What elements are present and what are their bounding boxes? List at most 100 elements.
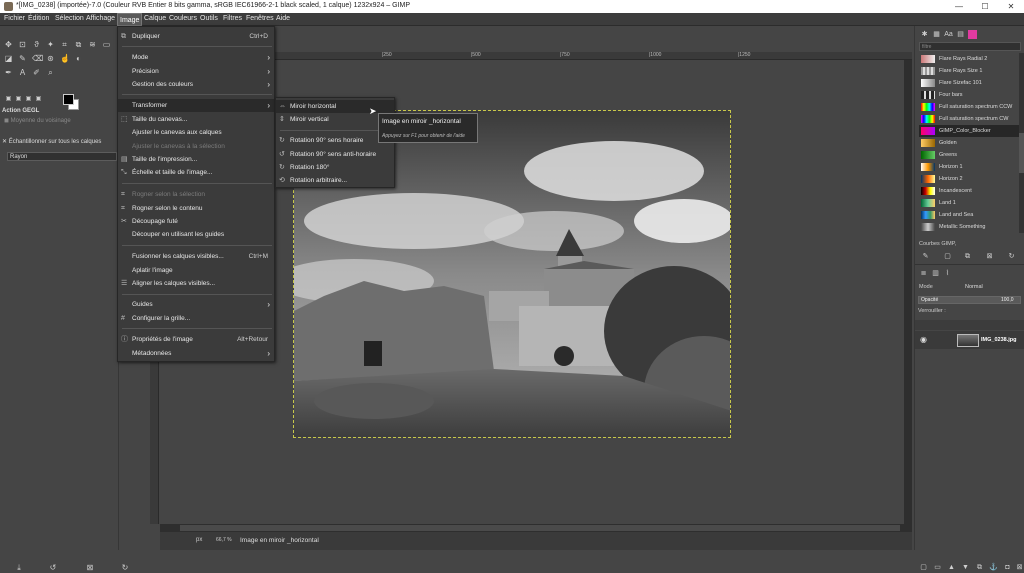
dodge-burn-icon[interactable]: ◐ bbox=[74, 54, 83, 63]
list-item[interactable]: Horizon 1 bbox=[919, 161, 1019, 173]
menu-item-taille-impression[interactable]: ▤ Taille de l'impression... bbox=[118, 153, 274, 166]
handle-transform-icon[interactable]: ▭ bbox=[102, 40, 111, 49]
menu-item-mode[interactable]: Mode › bbox=[118, 51, 274, 64]
tab-channels-icon[interactable]: ▥ bbox=[931, 269, 940, 278]
list-item[interactable]: Land and Sea bbox=[919, 209, 1019, 221]
move-tool-icon[interactable]: ✥ bbox=[4, 40, 13, 49]
list-item[interactable]: Greens bbox=[919, 149, 1019, 161]
tab-brushes-icon[interactable]: ✱ bbox=[920, 30, 929, 39]
duplicate-gradient-icon[interactable]: ⧉ bbox=[963, 252, 972, 261]
menu-item-ajuster-canevas-calques[interactable]: Ajuster le canevas aux calques bbox=[118, 126, 274, 139]
tab-paths-icon[interactable]: ⌇ bbox=[943, 269, 952, 278]
list-item[interactable]: Flare Rays Radial 2 bbox=[919, 53, 1019, 65]
tab-tool-options-icon[interactable]: ▣ bbox=[4, 95, 13, 104]
new-gradient-icon[interactable]: ▢ bbox=[943, 252, 952, 261]
delete-layer-icon[interactable]: ⊠ bbox=[1015, 563, 1024, 572]
gradient-list[interactable]: Flare Rays Radial 2 Flare Rays Size 1 Fl… bbox=[915, 53, 1023, 233]
horizontal-scrollbar[interactable] bbox=[160, 524, 912, 532]
anchor-layer-icon[interactable]: ⚓ bbox=[989, 563, 998, 572]
list-item[interactable]: Flare Sizefac 101 bbox=[919, 77, 1019, 89]
sample-merged-checkbox[interactable]: ✕ Échantillonner sur tous les calques bbox=[2, 138, 101, 145]
save-tool-preset-icon[interactable]: ⤓ bbox=[14, 563, 24, 573]
raise-layer-icon[interactable]: ▲ bbox=[947, 563, 956, 572]
delete-gradient-icon[interactable]: ⊠ bbox=[985, 252, 994, 261]
menu-filtres[interactable]: Filtres bbox=[223, 15, 242, 22]
menu-item-taille-canevas[interactable]: ⬚ Taille du canevas... bbox=[118, 113, 274, 126]
free-select-icon[interactable]: ϑ bbox=[32, 40, 41, 49]
smudge-tool-icon[interactable]: ☝ bbox=[60, 54, 70, 63]
menu-couleurs[interactable]: Couleurs bbox=[169, 15, 197, 22]
tab-images-icon[interactable]: ▣ bbox=[34, 95, 43, 104]
maximize-button[interactable]: ☐ bbox=[972, 0, 998, 13]
new-layer-icon[interactable]: ▢ bbox=[919, 563, 928, 572]
menu-fichier[interactable]: Fichier bbox=[4, 15, 25, 22]
eye-icon[interactable]: ◉ bbox=[920, 335, 927, 344]
tab-device-icon[interactable]: ▣ bbox=[14, 95, 23, 104]
menu-item-guides[interactable]: Guides › bbox=[118, 298, 274, 311]
zoom-selector[interactable]: 66,7 % bbox=[216, 537, 232, 543]
list-item[interactable]: Full saturation spectrum CW bbox=[919, 113, 1019, 125]
zoom-tool-icon[interactable]: ⌕ bbox=[46, 68, 55, 77]
restore-tool-preset-icon[interactable]: ↺ bbox=[48, 563, 58, 573]
clone-tool-icon[interactable]: ⊛ bbox=[46, 54, 55, 63]
menu-item-echelle-taille[interactable]: ⤡ Échelle et taille de l'image... bbox=[118, 166, 274, 179]
delete-tool-preset-icon[interactable]: ⊠ bbox=[85, 563, 95, 573]
warp-tool-icon[interactable]: ≋ bbox=[88, 40, 97, 49]
list-item[interactable]: Land 1 bbox=[919, 197, 1019, 209]
duplicate-layer-icon[interactable]: ⧉ bbox=[975, 563, 984, 572]
text-tool-icon[interactable]: A bbox=[18, 68, 27, 77]
menu-item-precision[interactable]: Précision › bbox=[118, 65, 274, 78]
unit-selector[interactable]: px bbox=[196, 537, 202, 543]
refresh-gradients-icon[interactable]: ↻ bbox=[1007, 252, 1016, 261]
menu-item-dupliquer[interactable]: ⧉ Dupliquer Ctrl+D bbox=[118, 30, 274, 43]
tab-patterns-icon[interactable]: ▦ bbox=[932, 30, 941, 39]
menu-aide[interactable]: Aide bbox=[276, 15, 290, 22]
menu-item-aligner-calques[interactable]: ☰ Aligner les calques visibles... bbox=[118, 277, 274, 290]
menu-item-rotation-90-anti-horaire[interactable]: ↺ Rotation 90° sens anti-horaire bbox=[276, 148, 394, 161]
unified-transform-icon[interactable]: ⧉ bbox=[74, 40, 83, 49]
list-item[interactable]: Golden bbox=[919, 137, 1019, 149]
eraser-icon[interactable]: ⌫ bbox=[32, 54, 43, 63]
menu-item-configurer-grille[interactable]: # Configurer la grille... bbox=[118, 312, 274, 325]
tab-gradients-icon[interactable] bbox=[968, 30, 977, 39]
new-layer-group-icon[interactable]: ▭ bbox=[933, 563, 942, 572]
menu-item-metadonnees[interactable]: Métadonnées › bbox=[118, 347, 274, 360]
gradient-list-scrollbar[interactable] bbox=[1019, 53, 1024, 233]
menu-item-aplatir[interactable]: Aplatir l'image bbox=[118, 264, 274, 277]
foreground-color-swatch[interactable] bbox=[63, 94, 74, 105]
menu-item-decoupage-fute[interactable]: ✂ Découpage futé bbox=[118, 215, 274, 228]
sample-average-checkbox[interactable]: ◼ Moyenne du voisinage bbox=[4, 117, 71, 124]
scrollbar-thumb[interactable] bbox=[180, 525, 900, 531]
menu-fenetres[interactable]: Fenêtres bbox=[246, 15, 274, 22]
menu-affichage[interactable]: Affichage bbox=[86, 15, 115, 22]
menu-item-proprietes-image[interactable]: ⓘ Propriétés de l'image Alt+Retour bbox=[118, 333, 274, 346]
list-item[interactable]: Metallic Something bbox=[919, 221, 1019, 233]
menu-edition[interactable]: Édition bbox=[28, 15, 49, 22]
mask-layer-icon[interactable]: ◘ bbox=[1003, 563, 1012, 572]
opacity-slider[interactable]: Opacité 100,0 bbox=[918, 296, 1021, 304]
list-item[interactable]: Incandescent bbox=[919, 185, 1019, 197]
lower-layer-icon[interactable]: ▼ bbox=[961, 563, 970, 572]
menu-item-rotation-arbitraire[interactable]: ⟲ Rotation arbitraire... bbox=[276, 174, 394, 187]
menu-item-decouper-guides[interactable]: Découper en utilisant les guides bbox=[118, 228, 274, 241]
menu-outils[interactable]: Outils bbox=[200, 15, 218, 22]
menu-item-rotation-180[interactable]: ↻ Rotation 180° bbox=[276, 161, 394, 174]
edit-gradient-icon[interactable]: ✎ bbox=[921, 252, 930, 261]
vertical-scrollbar[interactable] bbox=[904, 60, 912, 524]
reset-tool-options-icon[interactable]: ↻ bbox=[120, 563, 130, 573]
tab-layers-icon[interactable]: ≣ bbox=[919, 269, 928, 278]
tab-undo-icon[interactable]: ▣ bbox=[24, 95, 33, 104]
layer-row[interactable]: ◉ IMG_0238.jpg bbox=[915, 331, 1024, 349]
fuzzy-select-icon[interactable]: ✦ bbox=[46, 40, 55, 49]
paths-tool-icon[interactable]: ✒ bbox=[4, 68, 13, 77]
paintbrush-icon[interactable]: ✎ bbox=[18, 54, 27, 63]
menu-item-fusionner-calques[interactable]: Fusionner les calques visibles... Ctrl+M bbox=[118, 250, 274, 263]
filter-input[interactable]: filtre bbox=[919, 42, 1021, 51]
menu-item-gestion-couleurs[interactable]: Gestion des couleurs › bbox=[118, 78, 274, 91]
mode-dropdown[interactable]: Normal bbox=[965, 284, 983, 290]
minimize-button[interactable]: — bbox=[946, 0, 972, 13]
fill-tool-icon[interactable]: ◪ bbox=[4, 54, 13, 63]
radius-field[interactable]: Rayon bbox=[7, 152, 117, 161]
menu-calque[interactable]: Calque bbox=[144, 15, 166, 22]
list-item[interactable]: Horizon 2 bbox=[919, 173, 1019, 185]
